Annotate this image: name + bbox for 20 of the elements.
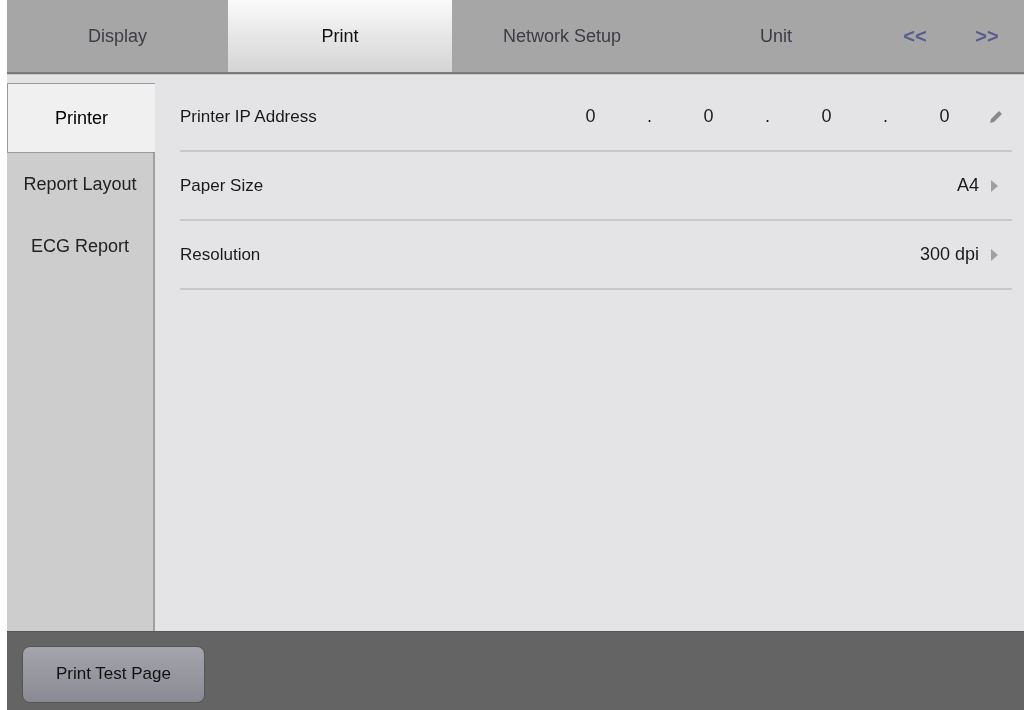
tab[interactable]: Print [228,0,452,72]
ip-address-part[interactable]: . [738,106,797,127]
print-test-page-button[interactable]: Print Test Page [22,645,205,703]
triangle-right-icon [991,248,998,261]
triangle-right-icon [991,179,998,192]
sidebar-tab[interactable]: Report Layout [7,153,153,215]
pencil-icon[interactable] [988,108,1004,125]
setting-value[interactable]: A4 [956,175,979,196]
ip-address-part[interactable]: 0 [915,106,974,127]
setting-label: Paper Size [180,175,265,196]
setting-label: Resolution [180,244,262,265]
sidebar-tab[interactable]: ECG Report [7,215,153,277]
ip-address-part[interactable]: 0 [679,106,738,127]
ip-address-part[interactable]: . [620,106,679,127]
ip-address-part[interactable]: . [856,106,915,127]
setting-label: Printer IP Address [180,106,318,127]
ip-address-part[interactable]: 0 [797,106,856,127]
setting-value[interactable]: 300 dpi [919,244,979,265]
ip-address-part[interactable]: 0 [561,106,620,127]
sidebar-tab[interactable]: Printer [7,83,155,153]
